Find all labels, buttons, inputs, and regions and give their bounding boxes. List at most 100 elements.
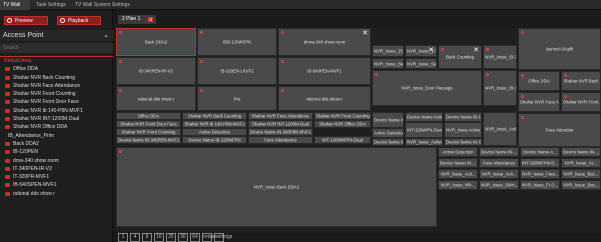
tree-item[interactable]: IB_Attendance_Prim: [0, 132, 113, 140]
wall-tile[interactable]: Iyannet-Uluplh: [518, 28, 601, 70]
tree-item[interactable]: Office DDA: [0, 65, 113, 73]
chevron-down-icon[interactable]: ⌄: [103, 30, 109, 41]
layout-64-button[interactable]: 64: [190, 233, 200, 242]
wall-tile[interactable]: NVR_Issue_Wh...: [438, 180, 478, 190]
tree-item[interactable]: IB-120PEN: [0, 148, 113, 156]
wall-tile[interactable]: NVR_Issue_Active D...: [483, 112, 517, 146]
wall-tile[interactable]: NVR_Issue_252...: [372, 45, 404, 57]
wall-tile[interactable]: NVR_Issue_Active D...: [405, 138, 443, 146]
tree-item[interactable]: Shahar NVR Front Counting: [0, 90, 113, 98]
wall-tile[interactable]: Device Name A...: [520, 147, 560, 157]
wall-tile[interactable]: Office DDA: [518, 71, 560, 91]
wall-tile[interactable]: Device Name IN-...: [479, 147, 519, 157]
tree-item[interactable]: IT-340PEN-IR-V2: [0, 165, 113, 173]
wall-tile[interactable]: NVR_Issue_Ac...: [561, 158, 601, 168]
preview-button[interactable]: Preview: [4, 16, 48, 25]
tab-tv-wall-view[interactable]: TV Wall View: [0, 0, 30, 18]
wall-tile[interactable]: NVR_Issue Active D...: [444, 122, 482, 138]
layout-9-button[interactable]: 9: [142, 233, 152, 242]
layout-16-button[interactable]: 16: [154, 233, 164, 242]
wall-tile[interactable]: NVR_Issue_Fr D...: [520, 180, 560, 190]
wall-tile[interactable]: INT-320WFPN-D...: [520, 158, 560, 168]
close-icon[interactable]: ✕: [473, 47, 479, 54]
tree-item[interactable]: Shahar NVR INT-1200M-Dual: [0, 115, 113, 123]
wall-tile[interactable]: NVR_Issue Back DDA2: [116, 147, 437, 227]
wall-tile[interactable]: IB-320EN-LKVF2: [197, 57, 277, 85]
layout-4-button[interactable]: 4: [130, 233, 140, 242]
tree-item[interactable]: Shahar NVR Front Door Face: [0, 98, 113, 106]
tree-item[interactable]: IB-540SPEN-MVF1: [0, 181, 113, 189]
close-icon[interactable]: ✕: [148, 17, 154, 22]
wall-tile[interactable]: Face Attendance: [479, 158, 519, 168]
wall-tile[interactable]: NVR_Issue_Ba...: [372, 58, 404, 69]
wall-tile[interactable]: Face Attendance: [248, 136, 313, 144]
layout-rotate-button[interactable]: rotate: [202, 233, 216, 242]
wall-tile[interactable]: Device Name IN-Sa...: [372, 138, 404, 146]
wall-tile[interactable]: Shahar NVR Office DDA: [314, 120, 371, 128]
wall-tile[interactable]: Shahar NVR Front Counting: [314, 112, 371, 120]
wall-tile[interactable]: IB-340PEN-IR-V2: [116, 57, 196, 85]
tree-item[interactable]: drna-340 show room: [0, 157, 113, 165]
wall-tile[interactable]: NVR_Issue_Acti...: [438, 169, 478, 179]
wall-tile[interactable]: Back DDA2: [116, 28, 196, 56]
layout-settings-button[interactable]: settings: [214, 233, 232, 242]
wall-tile[interactable]: Active Detection: [438, 147, 478, 157]
wall-tile[interactable]: Device Name Active...: [405, 112, 443, 122]
wall-plan-tab[interactable]: 2 Plan 1 ✕: [118, 15, 157, 24]
wall-tile[interactable]: ✕ dmna-340 show room: [278, 28, 371, 56]
tree-item[interactable]: Shahar NVR Face Attendance: [0, 82, 113, 90]
wall-tile[interactable]: Shahar NVR Front Counting: [116, 128, 181, 136]
tree-item[interactable]: Shahar NVR Ib 140-P8N-MVF1: [0, 107, 113, 115]
wall-tile[interactable]: Shahar NVR Face Atten...: [518, 92, 560, 112]
wall-tile[interactable]: NVR_Issue_Face...: [520, 169, 560, 179]
wall-tile[interactable]: Shahar NVR Front Door Face: [116, 120, 181, 128]
wall-tile[interactable]: Shahar NVR Face Attendance: [248, 112, 313, 120]
wall-tile[interactable]: rational dds show r: [278, 86, 371, 111]
wall-tile[interactable]: Shahar NVR Ib 140-P8N-MVF1: [182, 120, 247, 128]
wall-tile[interactable]: Device Name IN-...: [561, 147, 601, 157]
tree-item[interactable]: rational dds show r: [0, 190, 113, 198]
tab-tv-wall-system-settings[interactable]: TV Wall System Settings: [72, 0, 136, 10]
wall-tile[interactable]: Active Detection: [182, 128, 247, 136]
access-point-header[interactable]: Access Point ⌄: [0, 30, 113, 41]
wall-tile[interactable]: NVR_Issue_IB-1048: [483, 70, 517, 106]
wall-tile[interactable]: NVR_Issue_IB-340: [483, 45, 517, 69]
wall-tile[interactable]: Device Name IN-Sa...: [444, 138, 482, 146]
wall-tile[interactable]: Device Name IB-120WFPN: [182, 136, 247, 144]
wall-tile[interactable]: ✕ Back Counting: [438, 45, 482, 69]
wall-tile[interactable]: Device Name IN-...: [438, 158, 478, 168]
wall-tile[interactable]: Device Name IN-Sa...: [372, 112, 404, 128]
close-icon[interactable]: ✕: [362, 30, 368, 37]
search-input[interactable]: [0, 43, 113, 53]
wall-tile[interactable]: Active Detection: [372, 128, 404, 138]
wall-tile[interactable]: NVR_Issue_Bac...: [561, 169, 601, 179]
wall-tile[interactable]: NVR_Issue_SMH...: [479, 180, 519, 190]
wall-tile[interactable]: Device Name IN-340P8N-MVF1: [248, 128, 313, 136]
tree-item[interactable]: IT-320PR-MVF1: [0, 173, 113, 181]
wall-tile[interactable]: Shahar NVR Back: [561, 71, 601, 91]
tab-task-settings[interactable]: Task Settings: [33, 0, 69, 10]
tree-item[interactable]: Default Area: [0, 57, 113, 65]
wall-tile[interactable]: NVR_Issue_Sab...: [405, 58, 437, 69]
layout-25-button[interactable]: 25: [166, 233, 176, 242]
tree-item[interactable]: Shahar NVR Office DDA: [0, 123, 113, 131]
wall-tile[interactable]: NVR_Issue_Acti...: [479, 169, 519, 179]
wall-tile[interactable]: Device Name IB-1...: [444, 112, 482, 122]
wall-tile[interactable]: rational dds show r: [116, 86, 196, 111]
wall-tile[interactable]: INT-320WPN-Dual: [405, 122, 443, 138]
tree-item[interactable]: Back DDA2: [0, 140, 113, 148]
wall-tile[interactable]: IDB-120WFPN: [197, 28, 277, 56]
wall-tile[interactable]: INT-1200WFPN-Dual: [314, 136, 371, 144]
wall-tile[interactable]: IB-540PEN-MVF1: [278, 57, 371, 85]
layout-36-button[interactable]: 36: [178, 233, 188, 242]
wall-tile[interactable]: Shahar NVR Back Counting: [182, 112, 247, 120]
wall-tile[interactable]: NVR_Issue_Bac...: [561, 180, 601, 190]
tree-item[interactable]: Shahar NVR Back Counting: [0, 74, 113, 82]
playback-button[interactable]: Playback: [57, 16, 101, 25]
wall-tile[interactable]: Device Name IB-340PEN-MVF1: [116, 136, 181, 144]
layout-1-button[interactable]: 1: [118, 233, 128, 242]
wall-tile[interactable]: NVR_Issue_Door Passage: [372, 70, 482, 106]
wall-tile[interactable]: Office DDA: [116, 112, 181, 120]
wall-tile[interactable]: Face Attendan: [518, 113, 601, 147]
wall-tile[interactable]: Shahar NVR INT-1200M-Dual: [248, 120, 313, 128]
